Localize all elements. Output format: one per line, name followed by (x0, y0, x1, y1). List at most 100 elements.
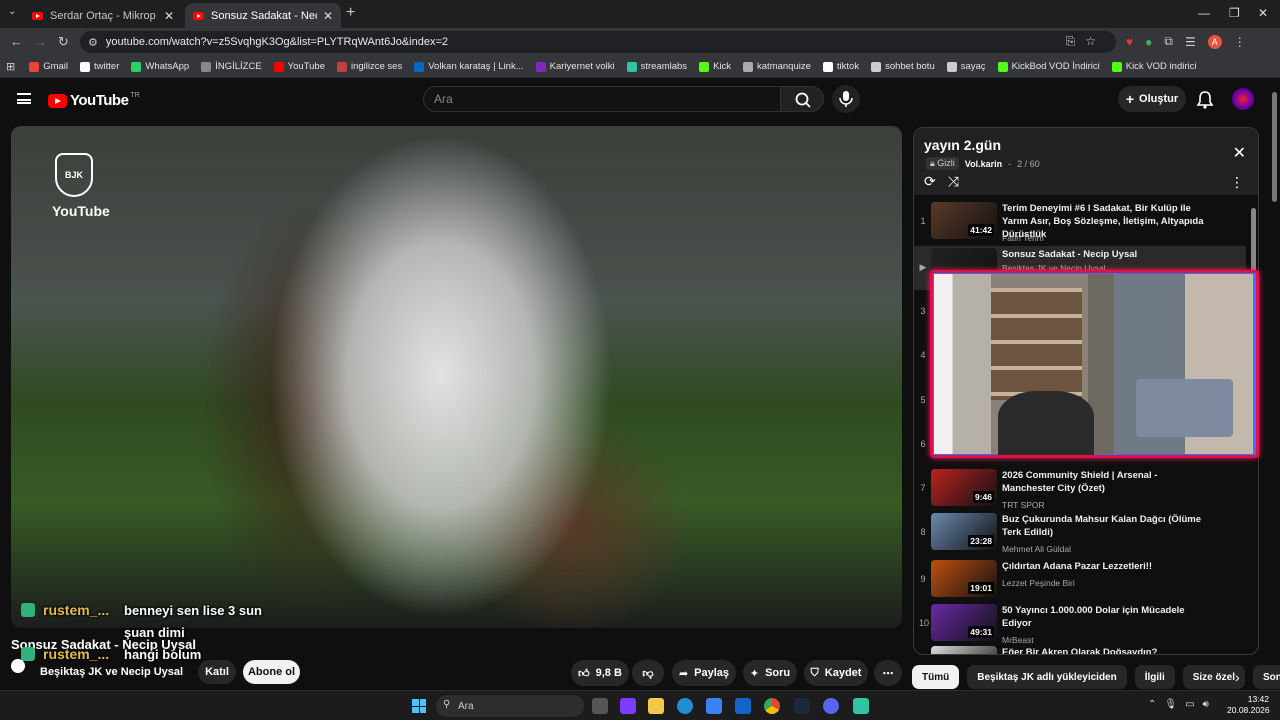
playlist-title[interactable]: yayın 2.gün (924, 137, 1001, 153)
shuffle-icon[interactable]: ⤨ (948, 173, 971, 189)
bookmark-item[interactable]: Kick (699, 61, 731, 72)
hamburger-menu-icon[interactable] (17, 93, 31, 104)
store-icon[interactable] (706, 698, 722, 714)
youtube-logo[interactable]: YouTube TR (48, 92, 140, 109)
bookmark-item[interactable]: Gmail (29, 61, 68, 72)
browser-menu-icon[interactable]: ⋮ (1234, 35, 1246, 49)
subscribe-button[interactable]: Abone ol (243, 660, 300, 684)
playlist-more-icon[interactable]: ⋮ (1230, 174, 1244, 191)
bookmark-item[interactable]: Volkan karataş | Link... (414, 61, 524, 72)
install-app-icon[interactable]: ⎘ (1066, 34, 1086, 48)
channel-avatar[interactable] (11, 659, 25, 673)
bookmark-item[interactable]: İNGİLİZCE (201, 61, 262, 72)
browser-tab-1[interactable]: Serdar Ortaç - Mikrop - YouTube ✕ (24, 3, 182, 28)
filter-chip[interactable]: Beşiktaş JK adlı yükleyiciden (967, 665, 1127, 689)
browser-tab-2-active[interactable]: Sonsuz Sadakat - Necip Uysal ✕ (185, 3, 341, 28)
mail-icon[interactable] (735, 698, 751, 714)
steam-icon[interactable] (794, 698, 810, 714)
close-tab-icon[interactable]: ✕ (164, 9, 174, 23)
account-avatar[interactable] (1232, 88, 1254, 110)
playlist-item-title[interactable]: 2026 Community Shield | Arsenal - Manche… (1002, 469, 1212, 495)
chrome-icon[interactable] (764, 698, 780, 714)
bookmark-item[interactable]: sohbet botu (871, 61, 935, 72)
filter-chip[interactable]: Tümü (912, 665, 960, 689)
bookmark-item[interactable]: ingilizce ses (337, 61, 402, 72)
loop-icon[interactable]: ⟳ (924, 173, 948, 189)
search-button[interactable] (780, 86, 824, 112)
profile-avatar[interactable]: A (1207, 34, 1222, 49)
bookmark-item[interactable]: Kick VOD indirici (1111, 61, 1196, 72)
page-scrollbar[interactable] (1271, 80, 1278, 690)
app-icon[interactable] (620, 698, 636, 714)
playlist-owner[interactable]: Vol.karin (965, 159, 1002, 169)
bookmark-item[interactable]: Kariyernet volki (535, 61, 615, 72)
windows-start-icon[interactable] (412, 699, 426, 713)
channel-name[interactable]: Beşiktaş JK ve Necip Uysal (40, 666, 183, 678)
back-icon[interactable]: ← (10, 34, 23, 49)
tab-search-icon[interactable]: ⌄ (8, 6, 16, 17)
playlist-item-title[interactable]: Çıldırtan Adana Pazar Lezzetleri!! (1002, 560, 1212, 573)
playlist-thumbnail[interactable]: 49:31 (931, 604, 997, 641)
search-input[interactable]: Ara (423, 86, 781, 112)
playlist-item-title[interactable]: Buz Çukurunda Mahsur Kalan Dağcı (Ölüme … (1002, 513, 1212, 539)
bookmark-item[interactable]: twitter (80, 61, 119, 72)
bookmark-item[interactable]: WhatsApp (131, 61, 189, 72)
playlist-item[interactable]: 7 9:46 2026 Community Shield | Arsenal - M… (914, 467, 1246, 511)
playlist-item[interactable]: 8 23:28 Buz Çukurunda Mahsur Kalan Dağcı (… (914, 511, 1246, 555)
like-button[interactable]: 👍︎ 9,8 B (571, 660, 629, 686)
reading-list-icon[interactable]: ☰ (1185, 35, 1196, 49)
edge-browser-icon[interactable] (677, 698, 693, 714)
volume-icon[interactable]: 🔊︎ (1203, 699, 1217, 710)
extension-icon[interactable]: ♥ (1126, 35, 1133, 49)
network-icon[interactable]: ▭ (1185, 699, 1202, 710)
streamlabs-icon[interactable] (853, 698, 869, 714)
playlist-thumbnail[interactable]: 19:01 (931, 560, 997, 597)
bookmark-item[interactable]: tiktok (822, 61, 859, 72)
task-view-icon[interactable] (592, 698, 608, 714)
taskbar-search[interactable]: ⚲ Ara (436, 695, 584, 717)
share-button[interactable]: ➦ Paylaş (672, 660, 736, 686)
bookmark-item[interactable]: katmanquize (743, 61, 811, 72)
voice-search-button[interactable] (832, 85, 860, 113)
playlist-item[interactable]: 1 41:42 Terim Deneyimi #6 l Sadakat, Bir K… (914, 200, 1246, 244)
playlist-item[interactable]: Eğer Bir Akrep Olarak Doğsaydın? (914, 644, 1246, 654)
close-window-icon[interactable]: ✕ (1258, 6, 1268, 20)
close-playlist-icon[interactable]: ✕ (1233, 143, 1246, 163)
extension-icon[interactable]: ● (1145, 35, 1152, 49)
playlist-item-title[interactable]: Eğer Bir Akrep Olarak Doğsaydın? (1002, 646, 1212, 654)
extensions-puzzle-icon[interactable]: ⧉ (1164, 34, 1173, 49)
create-button[interactable]: + Oluştur (1118, 86, 1186, 112)
playlist-item[interactable]: 9 19:01 Çıldırtan Adana Pazar Lezzetleri!!… (914, 558, 1246, 602)
forward-icon[interactable]: → (34, 34, 47, 49)
reload-icon[interactable]: ↻ (58, 34, 69, 50)
filter-chip[interactable]: İlgili (1134, 665, 1175, 689)
chips-next-icon[interactable]: › (1235, 669, 1240, 685)
ask-button[interactable]: ✦ Soru (743, 660, 797, 686)
restore-icon[interactable]: ❐ (1229, 6, 1240, 20)
more-actions-button[interactable]: ⋯ (874, 660, 902, 686)
bookmark-item[interactable]: KickBod VOD İndirici (997, 61, 1100, 72)
close-tab-icon[interactable]: ✕ (323, 9, 333, 23)
dislike-button[interactable]: 👎︎ (632, 660, 664, 686)
save-button[interactable]: ⛉ Kaydet (804, 660, 868, 686)
playlist-thumbnail[interactable]: 9:46 (931, 469, 997, 506)
clock[interactable]: 13:42 20.08.2026 (1227, 694, 1270, 716)
apps-grid-icon[interactable]: ⊞ (6, 60, 15, 73)
address-bar[interactable]: ⚙ youtube.com/watch?v=z5SvqhgK3Og&list=P… (80, 31, 1116, 53)
microphone-icon[interactable]: 🎙︎ (1164, 699, 1185, 710)
video-player[interactable]: BJK YouTube (11, 126, 902, 628)
site-info-icon[interactable]: ⚙ (88, 36, 98, 49)
playlist-thumbnail[interactable]: 23:28 (931, 513, 997, 550)
bookmark-item[interactable]: streamlabs (626, 61, 687, 72)
playlist-item[interactable]: 10 49:31 50 Yayıncı 1.000.000 Dolar için M… (914, 602, 1246, 646)
file-explorer-icon[interactable] (648, 698, 664, 714)
minimize-icon[interactable]: — (1198, 6, 1210, 20)
playlist-item-title[interactable]: 50 Yayıncı 1.000.000 Dolar için Mücadele… (1002, 604, 1212, 630)
playlist-thumbnail[interactable]: 41:42 (931, 202, 997, 239)
chevron-up-icon[interactable]: ⌃ (1148, 699, 1164, 710)
join-button[interactable]: Katıl (198, 660, 236, 684)
notifications-bell-icon[interactable] (1196, 90, 1214, 110)
playlist-item-title[interactable]: Sonsuz Sadakat - Necip Uysal (1002, 248, 1212, 261)
new-tab-button[interactable]: + (346, 4, 355, 22)
bookmark-item[interactable]: YouTube (273, 61, 325, 72)
